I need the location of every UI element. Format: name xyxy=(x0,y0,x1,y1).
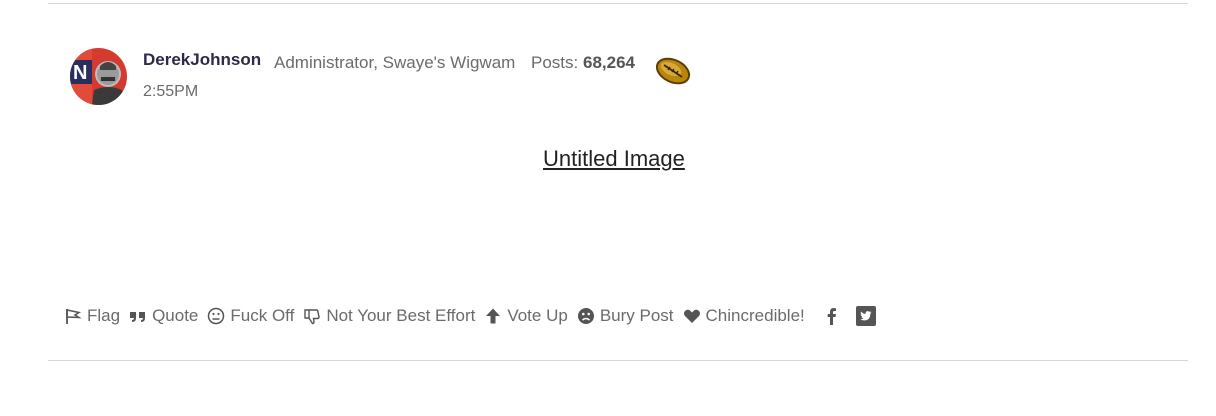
flag-icon xyxy=(64,307,82,325)
user-role: Administrator, Swaye's Wigwam xyxy=(274,53,516,72)
arrow-up-icon xyxy=(484,307,502,325)
flag-button[interactable]: Flag xyxy=(64,306,120,326)
fuck-off-button[interactable]: Fuck Off xyxy=(207,306,294,326)
forum-post-page: N DerekJohnson Administrator, Swaye's Wi… xyxy=(0,0,1216,416)
top-divider xyxy=(48,3,1188,4)
not-your-best-effort-button[interactable]: Not Your Best Effort xyxy=(303,306,475,326)
username-link[interactable]: DerekJohnson xyxy=(143,50,261,70)
svg-text:N: N xyxy=(73,62,87,84)
heart-icon xyxy=(683,307,701,325)
vote-up-button[interactable]: Vote Up xyxy=(484,306,568,326)
neutral-face-icon xyxy=(207,307,225,325)
untitled-image-link[interactable]: Untitled Image xyxy=(543,146,685,172)
twitter-icon[interactable] xyxy=(855,306,876,326)
bury-post-button[interactable]: Bury Post xyxy=(577,306,674,326)
vote-up-label: Vote Up xyxy=(507,306,568,325)
posts-label: Posts: xyxy=(531,53,579,72)
post-count: Posts: 68,264 xyxy=(531,53,635,73)
quote-label: Quote xyxy=(152,306,199,325)
flag-label: Flag xyxy=(87,306,121,325)
not-your-best-effort-label: Not Your Best Effort xyxy=(326,306,476,325)
post-time: 2:55PM xyxy=(143,83,199,100)
fuck-off-label: Fuck Off xyxy=(230,306,295,325)
chincredible-button[interactable]: Chincredible! xyxy=(683,306,805,326)
posts-count-value: 68,264 xyxy=(582,53,635,72)
user-avatar[interactable]: N xyxy=(70,48,127,105)
post-actions-bar: Flag Quote Fuck Off Not Your Best Effort xyxy=(64,302,882,330)
bottom-divider xyxy=(48,360,1188,361)
quote-button[interactable]: Quote xyxy=(129,306,198,326)
facebook-icon[interactable] xyxy=(822,306,842,326)
quote-icon xyxy=(129,307,147,325)
thumbs-down-icon xyxy=(303,307,321,325)
chincredible-label: Chincredible! xyxy=(705,306,805,325)
football-icon xyxy=(654,54,692,88)
sad-face-icon xyxy=(577,307,595,325)
bury-post-label: Bury Post xyxy=(599,306,674,325)
